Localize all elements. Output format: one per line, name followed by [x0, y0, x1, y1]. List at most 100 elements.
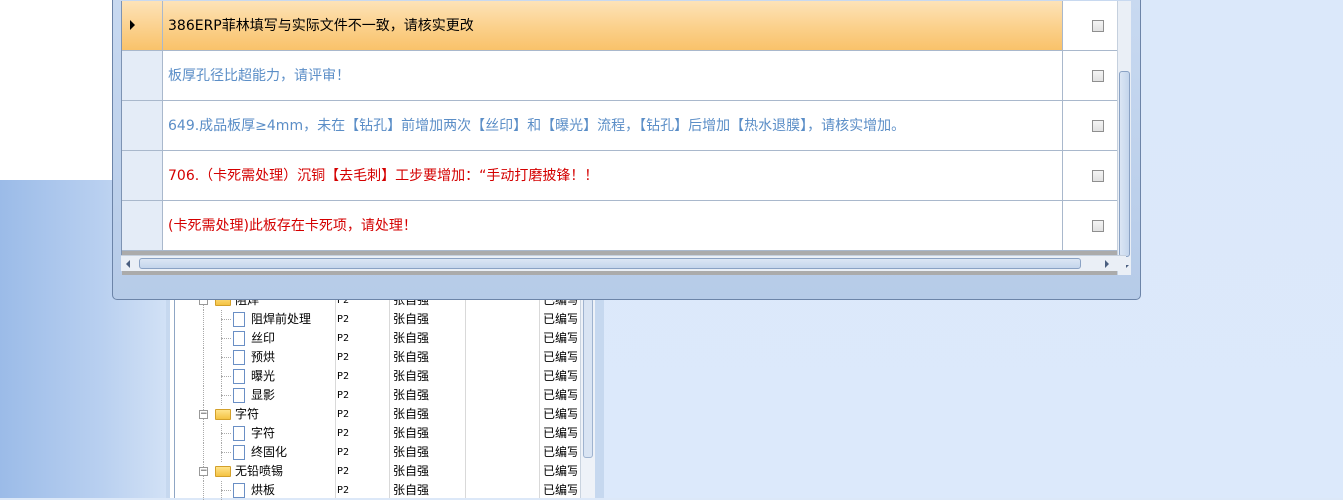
row-header[interactable] [122, 1, 163, 50]
process-code: P2 [337, 466, 350, 477]
confirm-cell [1062, 201, 1117, 250]
collapse-icon[interactable]: − [199, 467, 208, 476]
process-name: 无铅喷锡 [235, 464, 284, 478]
collapse-icon[interactable]: − [199, 410, 208, 419]
process-code: P2 [337, 333, 350, 344]
tree-row[interactable]: 阻焊前处理 P2 张自强 已编写 [175, 310, 577, 329]
grid-hscroll-thumb[interactable] [139, 258, 1081, 269]
confirm-cell [1062, 51, 1117, 100]
process-name: 预烘 [251, 350, 276, 364]
row-header[interactable] [122, 201, 163, 250]
process-status: 已编写 [543, 483, 577, 497]
message-grid: (卡死需处理)此板存在卡死项，请处理！ 706.（卡死需处理）沉铜【去毛刺】工步要… [121, 1, 1131, 275]
process-status: 已编写 [543, 407, 577, 421]
message-text: 386ERP菲林填写与实际文件不一致，请核实更改 [168, 18, 474, 34]
process-owner: 张自强 [393, 407, 430, 421]
tree-vertical-scrollbar[interactable] [580, 292, 595, 498]
process-owner: 张自强 [393, 483, 430, 497]
grid-vscroll-thumb[interactable] [1119, 71, 1130, 257]
tree-row[interactable]: 显影 P2 张自强 已编写 [175, 386, 577, 405]
confirm-checkbox[interactable] [1092, 120, 1104, 132]
confirm-checkbox[interactable] [1092, 220, 1104, 232]
process-status: 已编写 [543, 312, 577, 326]
tree-line [221, 357, 231, 358]
desktop-background-white [0, 0, 114, 180]
tree-row[interactable]: 预烘 P2 张自强 已编写 [175, 348, 577, 367]
tree-row[interactable]: 终固化 P2 张自强 已编写 [175, 443, 577, 462]
tree-row[interactable]: − 无铅喷锡 P2 张自强 已编写 [175, 462, 577, 481]
tree-line [203, 481, 204, 500]
scroll-left-arrow-icon[interactable] [126, 260, 130, 268]
process-code: P2 [337, 428, 350, 439]
confirm-checkbox[interactable] [1092, 170, 1104, 182]
process-name: 烘板 [251, 483, 276, 497]
message-row[interactable]: (卡死需处理)此板存在卡死项，请处理！ [122, 201, 1117, 251]
process-owner: 张自强 [393, 464, 430, 478]
folder-icon [215, 466, 231, 477]
process-owner: 张自强 [393, 350, 430, 364]
check-message-dialog: (卡死需处理)此板存在卡死项，请处理！ 706.（卡死需处理）沉铜【去毛刺】工步要… [112, 0, 1141, 300]
process-status: 已编写 [543, 369, 577, 383]
tree-row[interactable]: 字符 P2 张自强 已编写 [175, 424, 577, 443]
message-row[interactable]: 板厚孔径比超能力，请评审！ [122, 51, 1117, 101]
tree-line [203, 443, 204, 462]
document-icon [233, 331, 245, 346]
process-status: 已编写 [543, 426, 577, 440]
document-icon [233, 312, 245, 327]
tree-line [221, 395, 231, 396]
confirm-cell [1062, 151, 1117, 200]
grid-horizontal-scrollbar[interactable] [121, 255, 1126, 271]
grid-vertical-scrollbar[interactable] [1117, 1, 1131, 275]
tree-line [221, 433, 231, 434]
process-status: 已编写 [543, 464, 577, 478]
process-name: 终固化 [251, 445, 288, 459]
message-row[interactable]: 706.（卡死需处理）沉铜【去毛刺】工步要增加：“手动打磨披锋！！ [122, 151, 1117, 201]
tree-row[interactable]: − 字符 P2 张自强 已编写 [175, 405, 577, 424]
document-icon [233, 445, 245, 460]
tree-line [203, 310, 204, 329]
tree-scrollbar-thumb[interactable] [583, 298, 593, 458]
tree-line [221, 319, 231, 320]
tree-line [221, 452, 231, 453]
message-text: 板厚孔径比超能力，请评审！ [168, 68, 350, 84]
process-owner: 张自强 [393, 445, 430, 459]
process-status: 已编写 [543, 350, 577, 364]
message-text: 706.（卡死需处理）沉铜【去毛刺】工步要增加：“手动打磨披锋！！ [168, 168, 599, 184]
scroll-right-arrow-icon[interactable] [1105, 260, 1109, 268]
process-code: P2 [337, 371, 350, 382]
process-owner: 张自强 [393, 426, 430, 440]
process-name: 显影 [251, 388, 276, 402]
tree-row[interactable]: 烘板 P2 张自强 已编写 [175, 481, 577, 500]
process-code: P2 [337, 390, 350, 401]
folder-icon [215, 409, 231, 420]
process-name: 字符 [251, 426, 276, 440]
current-row-arrow-icon [130, 20, 135, 30]
message-row[interactable]: 386ERP菲林填写与实际文件不一致，请核实更改 [122, 1, 1117, 51]
confirm-cell [1062, 101, 1117, 150]
message-row[interactable]: 649.成品板厚≥4mm，未在【钻孔】前增加两次【丝印】和【曝光】流程，【钻孔】… [122, 101, 1117, 151]
process-tree: − 阻焊 P2 张自强 已编写 阻焊前处理 P2 张自强 已编写 丝印 P2 张自强 已编写 预烘 P2 张自… [174, 291, 595, 500]
row-header[interactable] [122, 51, 163, 100]
row-header[interactable] [122, 101, 163, 150]
document-icon [233, 350, 245, 365]
tree-row[interactable]: 曝光 P2 张自强 已编写 [175, 367, 577, 386]
process-owner: 张自强 [393, 388, 430, 402]
tree-line [203, 348, 204, 367]
tree-line [221, 376, 231, 377]
process-owner: 张自强 [393, 331, 430, 345]
process-tree-window: − 阻焊 P2 张自强 已编写 阻焊前处理 P2 张自强 已编写 丝印 P2 张自强 已编写 预烘 P2 张自… [166, 291, 604, 500]
tree-line [221, 490, 231, 491]
process-status: 已编写 [543, 445, 577, 459]
row-header[interactable] [122, 151, 163, 200]
process-owner: 张自强 [393, 369, 430, 383]
process-status: 已编写 [543, 388, 577, 402]
confirm-checkbox[interactable] [1092, 70, 1104, 82]
message-text: (卡死需处理)此板存在卡死项，请处理！ [168, 218, 417, 234]
confirm-checkbox[interactable] [1092, 20, 1104, 32]
process-code: P2 [337, 447, 350, 458]
tree-line [203, 329, 204, 348]
tree-row[interactable]: 丝印 P2 张自强 已编写 [175, 329, 577, 348]
document-icon [233, 388, 245, 403]
document-icon [233, 483, 245, 498]
process-code: P2 [337, 352, 350, 363]
